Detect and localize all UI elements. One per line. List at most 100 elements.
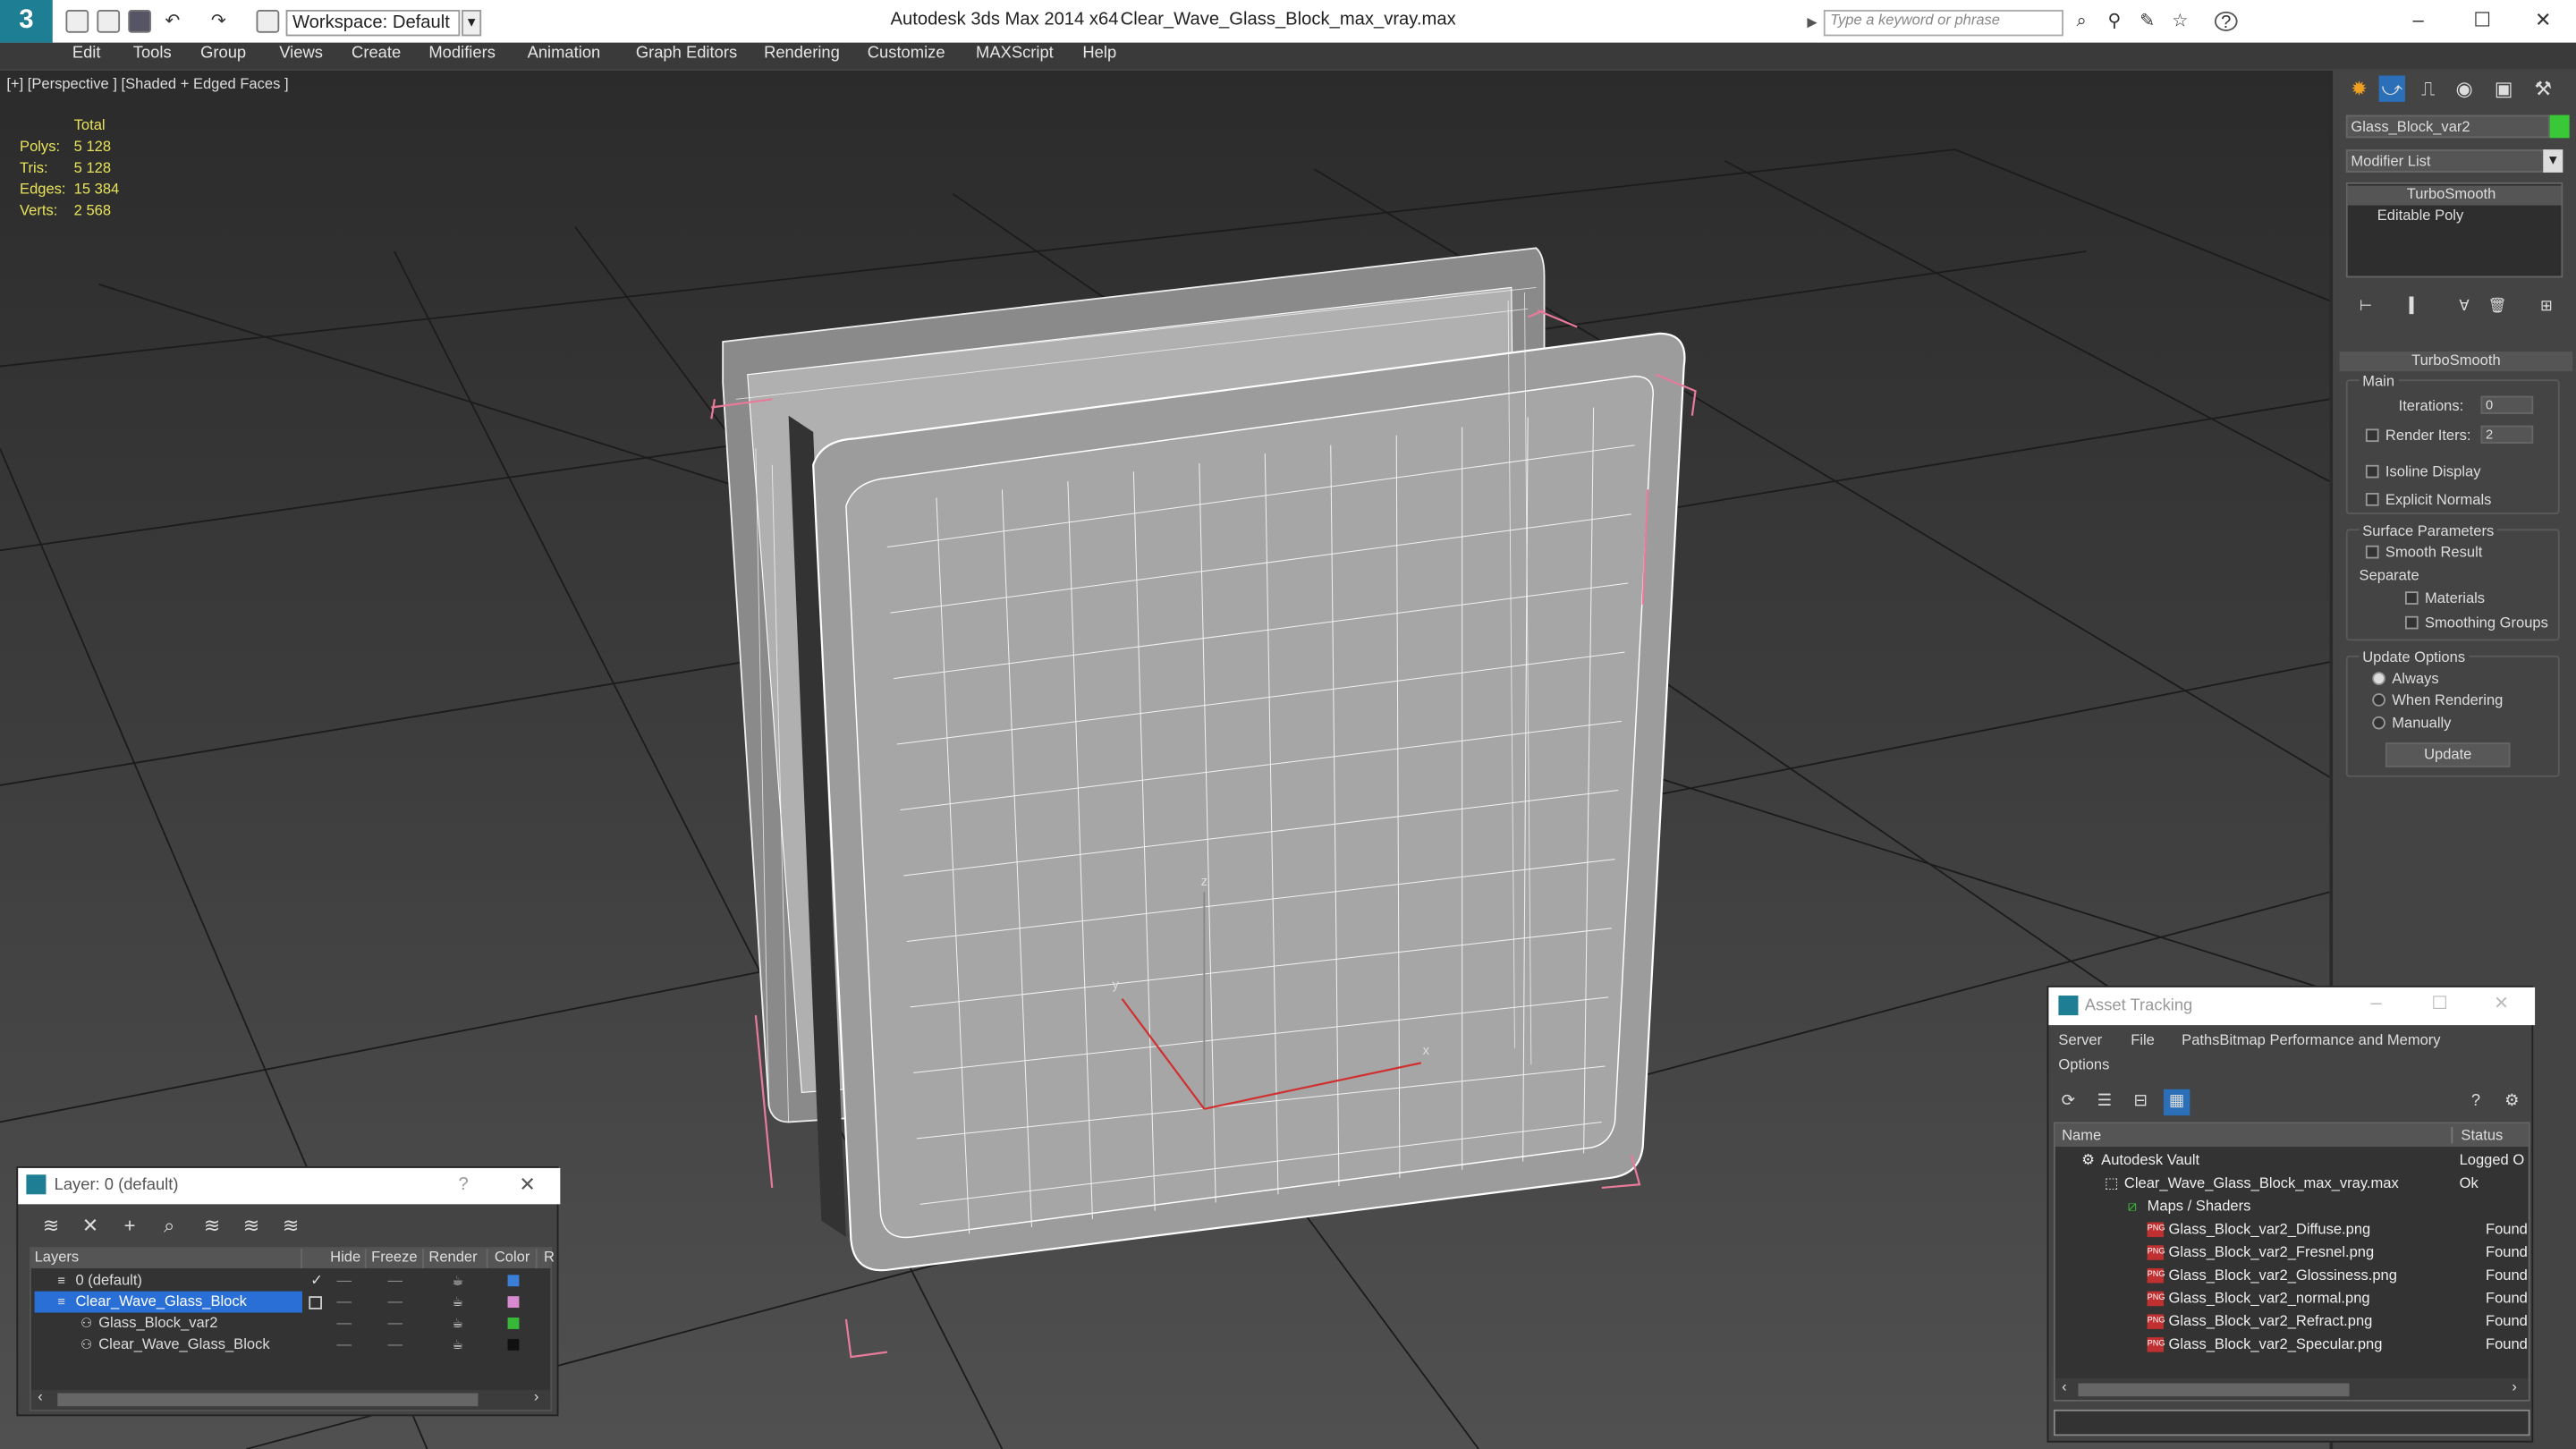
project-folder-icon[interactable] [256, 10, 280, 33]
menu-tools[interactable]: Tools [133, 45, 172, 63]
open-file-icon[interactable] [97, 10, 121, 33]
explicit-normals-checkbox[interactable] [2365, 493, 2379, 506]
asset-path-field[interactable] [2053, 1409, 2530, 1436]
configure-sets-icon[interactable]: ⊞ [2533, 292, 2559, 318]
pin-stack-icon[interactable]: ⊢ [2352, 292, 2378, 318]
asset-hscrollbar[interactable]: ‹ › [2055, 1378, 2529, 1400]
modifier-list-arrow-icon[interactable]: ▼ [2543, 149, 2563, 173]
menu-graph-editors[interactable]: Graph Editors [636, 45, 737, 63]
iterations-spinner[interactable]: 0 [2480, 395, 2534, 414]
create-tab-icon[interactable]: ✹ [2346, 75, 2372, 101]
render-teapot-icon[interactable]: ☕ [452, 1270, 463, 1292]
render-iters-checkbox[interactable] [2365, 428, 2379, 443]
communication-icon[interactable]: ✎ [2136, 12, 2159, 31]
asset-menu-server[interactable]: Server [2058, 1031, 2102, 1047]
layer-close-button[interactable]: ✕ [519, 1173, 535, 1196]
active-layer-check-icon[interactable]: ✓ [310, 1270, 323, 1292]
workspace-dropdown[interactable]: Workspace: Default [285, 10, 461, 37]
remove-modifier-icon[interactable]: 🗑 [2484, 292, 2510, 318]
scroll-left-icon[interactable]: ‹ [38, 1388, 43, 1404]
display-tab-icon[interactable]: ▣ [2490, 75, 2516, 101]
materials-checkbox[interactable] [2404, 591, 2419, 605]
render-teapot-icon[interactable]: ☕ [452, 1292, 463, 1313]
table-view-icon[interactable]: ▦ [2163, 1089, 2190, 1116]
new-file-icon[interactable] [65, 10, 89, 33]
scroll-right-icon[interactable]: › [2512, 1378, 2517, 1394]
layer-color-swatch[interactable] [507, 1296, 520, 1309]
modifier-stack[interactable]: TurboSmooth Editable Poly [2345, 182, 2563, 278]
stack-item-turbosmooth[interactable]: TurboSmooth [2347, 185, 2562, 206]
asset-row[interactable]: ⚙ Autodesk Vault Logged O [2055, 1148, 2529, 1172]
layer-hscrollbar[interactable]: ‹ › [30, 1388, 551, 1410]
undo-icon[interactable]: ↶ [161, 12, 184, 31]
col-name[interactable]: Name [2055, 1126, 2453, 1144]
asset-menu-options[interactable]: Options [2058, 1056, 2109, 1072]
menu-modifiers[interactable]: Modifiers [428, 45, 496, 63]
col-color[interactable]: Color [491, 1248, 538, 1268]
asset-minimize-button[interactable]: – [2370, 991, 2381, 1014]
show-end-result-icon[interactable]: ▍ [2402, 292, 2428, 318]
binoculars-icon[interactable]: ⌕ [2070, 12, 2093, 31]
workspace-arrow-icon[interactable]: ▼ [462, 10, 482, 37]
asset-row[interactable]: ⬚ Clear_Wave_Glass_Block_max_vray.max Ok [2055, 1172, 2529, 1195]
layer-delete-icon[interactable]: ✕ [77, 1213, 103, 1239]
search-input[interactable]: Type a keyword or phrase [1823, 10, 2063, 37]
minimize-button[interactable]: – [2402, 8, 2435, 31]
scroll-left-icon[interactable]: ‹ [2062, 1378, 2067, 1394]
asset-menu-paths[interactable]: Paths [2182, 1031, 2219, 1047]
col-radiosity[interactable]: R [540, 1249, 555, 1268]
save-icon[interactable] [128, 10, 151, 33]
freeze-toggle[interactable]: — [387, 1292, 402, 1313]
favorites-icon[interactable]: ☆ [2168, 12, 2191, 31]
asset-row[interactable]: PNG Glass_Block_var2_Fresnel.png Found [2055, 1241, 2529, 1264]
asset-close-button[interactable]: ✕ [2494, 992, 2509, 1013]
utilities-tab-icon[interactable]: ⚒ [2530, 75, 2556, 101]
col-layers[interactable]: Layers [31, 1248, 302, 1268]
render-teapot-icon[interactable]: ☕ [452, 1313, 463, 1335]
layer-row[interactable]: ≡ 0 (default) ✓ — — ☕ [31, 1270, 550, 1292]
menu-group[interactable]: Group [200, 45, 246, 63]
smoothing-groups-checkbox[interactable] [2404, 615, 2419, 630]
hide-toggle[interactable]: — [337, 1334, 352, 1355]
subscription-icon[interactable]: ⚲ [2103, 12, 2126, 31]
viewport-label[interactable]: [+] [Perspective ] [Shaded + Edged Faces… [6, 75, 288, 91]
search-expand-icon[interactable]: ▶ [1807, 10, 1823, 36]
asset-row[interactable]: PNG Glass_Block_var2_Refract.png Found [2055, 1309, 2529, 1333]
render-iters-spinner[interactable]: 2 [2480, 425, 2534, 444]
layer-hide-all-icon[interactable]: ≋ [238, 1213, 264, 1239]
asset-menu-file[interactable]: File [2131, 1031, 2155, 1047]
when-rendering-radio[interactable] [2372, 693, 2385, 707]
freeze-toggle[interactable]: — [387, 1334, 402, 1355]
glass-block-mesh[interactable] [722, 247, 1686, 1272]
asset-help-icon[interactable]: ? [2462, 1089, 2488, 1115]
make-unique-icon[interactable]: ∀ [2451, 292, 2477, 318]
help-icon[interactable]: ? [2214, 11, 2238, 33]
layer-highlight-icon[interactable]: ≋ [199, 1213, 225, 1239]
modifier-list-dropdown[interactable]: Modifier List [2345, 149, 2550, 173]
layer-row[interactable]: ⚇ Glass_Block_var2 — — ☕ [31, 1313, 550, 1335]
close-button[interactable]: ✕ [2527, 8, 2560, 31]
motion-tab-icon[interactable]: ◉ [2451, 75, 2477, 101]
menu-help[interactable]: Help [1082, 45, 1116, 63]
layer-scroll-thumb[interactable] [57, 1393, 479, 1407]
asset-row[interactable]: PNG Glass_Block_var2_Diffuse.png Found [2055, 1217, 2529, 1241]
layer-window-titlebar[interactable]: Layer: 0 (default) ? ✕ [18, 1167, 561, 1205]
hide-toggle[interactable]: — [337, 1313, 352, 1335]
menu-maxscript[interactable]: MAXScript [976, 45, 1054, 63]
update-button[interactable]: Update [2385, 742, 2511, 767]
refresh-icon[interactable]: ⟳ [2055, 1089, 2081, 1115]
hide-toggle[interactable]: — [337, 1292, 352, 1313]
render-teapot-icon[interactable]: ☕ [452, 1334, 463, 1355]
menu-create[interactable]: Create [352, 45, 401, 63]
asset-menu-bitmap-performance[interactable]: Bitmap Performance and Memory [2219, 1031, 2440, 1047]
layer-add-selected-icon[interactable]: + [116, 1213, 142, 1239]
hierarchy-tab-icon[interactable]: ⎍ [2415, 75, 2441, 101]
tree-view-icon[interactable]: ⊟ [2128, 1089, 2154, 1115]
list-view-icon[interactable]: ☰ [2091, 1089, 2117, 1115]
asset-row[interactable]: ⧄ Maps / Shaders [2055, 1194, 2529, 1217]
current-layer-checkbox[interactable] [309, 1296, 322, 1309]
redo-icon[interactable]: ↷ [207, 12, 230, 31]
layer-freeze-all-icon[interactable]: ≋ [277, 1213, 303, 1239]
layer-row[interactable]: ⚇ Clear_Wave_Glass_Block — — ☕ [31, 1334, 550, 1355]
asset-scroll-thumb[interactable] [2078, 1383, 2350, 1397]
